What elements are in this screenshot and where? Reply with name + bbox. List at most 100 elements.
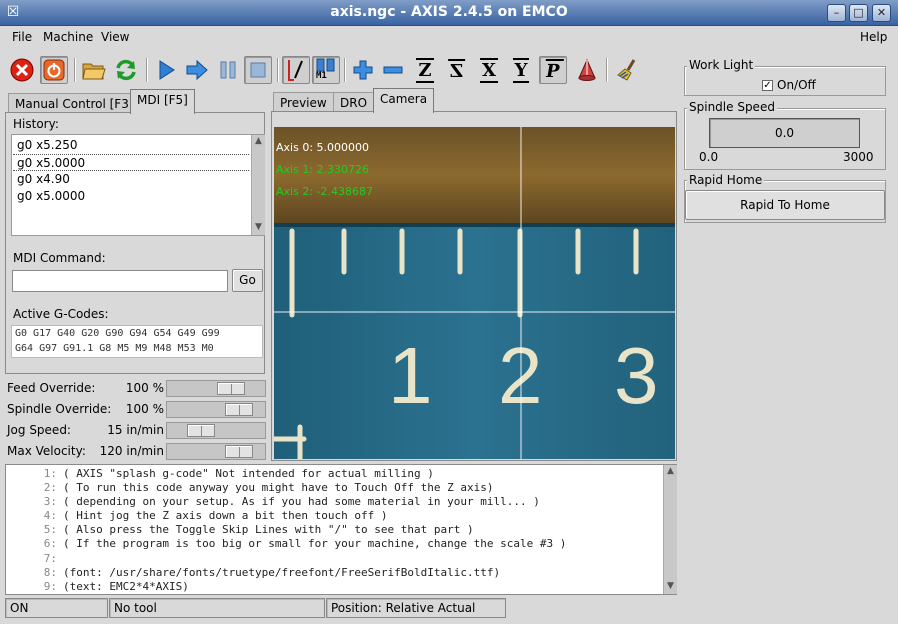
- history-item[interactable]: g0 x4.90: [13, 171, 249, 188]
- work-light-checkbox-label: On/Off: [777, 78, 816, 92]
- view-y-button[interactable]: Y: [507, 56, 535, 84]
- camera-view[interactable]: 1 2 3 Axis 0: 5.000000 Axis 1: 2.330726 …: [274, 127, 675, 459]
- stop-button[interactable]: [244, 56, 272, 84]
- line-text: ( Hint jog the Z axis down a bit then to…: [63, 509, 388, 523]
- override-slider[interactable]: [166, 422, 266, 439]
- clear-backplot-button[interactable]: [614, 56, 642, 84]
- zoom-out-button[interactable]: [379, 56, 407, 84]
- gcode-scroll-down-icon[interactable]: ▼: [664, 580, 677, 593]
- rapid-to-home-button[interactable]: Rapid To Home: [685, 190, 885, 220]
- menu-help[interactable]: Help: [860, 30, 887, 44]
- gcode-line[interactable]: 6: ( If the program is too big or small f…: [7, 537, 662, 551]
- line-number: 9:: [43, 579, 57, 593]
- view-x-button[interactable]: X: [475, 56, 503, 84]
- menu-file[interactable]: File: [12, 30, 32, 44]
- menu-machine[interactable]: Machine: [43, 30, 93, 44]
- view-perspective-button[interactable]: P: [539, 56, 567, 84]
- override-value: 15 in/min: [107, 423, 164, 437]
- maximize-button[interactable]: □: [849, 4, 868, 22]
- work-light-toggle[interactable]: ✓ On/Off: [762, 78, 816, 92]
- override-value: 120 in/min: [99, 444, 164, 458]
- reload-file-button[interactable]: [112, 56, 140, 84]
- tab-mdi[interactable]: MDI [F5]: [130, 89, 195, 114]
- view-z-icon: Z: [416, 57, 434, 83]
- gcode-line[interactable]: 9: (text: EMC2*4*AXIS): [7, 580, 662, 594]
- open-file-button[interactable]: [80, 56, 108, 84]
- stop-icon: [250, 62, 266, 78]
- mdi-panel: History: g0 x5.250 g0 x5.0000 g0 x4.90 g0 x…: [5, 112, 265, 374]
- mdi-go-button[interactable]: Go: [232, 269, 263, 292]
- active-gcodes-box: G0 G17 G40 G20 G90 G94 G54 G49 G99 G64 G…: [11, 325, 263, 358]
- zoom-in-icon: [353, 60, 373, 80]
- line-number: 4:: [43, 509, 57, 523]
- close-window-button[interactable]: ✕: [872, 4, 891, 22]
- scroll-down-icon[interactable]: ▼: [252, 221, 265, 234]
- override-label: Jog Speed:: [7, 423, 71, 437]
- slider-handle[interactable]: [187, 424, 215, 437]
- pause-button[interactable]: [214, 56, 242, 84]
- history-item[interactable]: g0 x5.0000: [13, 154, 249, 171]
- history-scrollbar[interactable]: ▲ ▼: [251, 135, 265, 235]
- gcode-line[interactable]: 2: ( To run this code anyway you might ha…: [7, 481, 662, 495]
- gcode-line[interactable]: 1: ( AXIS "splash g-code" Not intended fo…: [7, 467, 662, 481]
- line-text: ( Also press the Toggle Skip Lines with …: [63, 523, 474, 537]
- override-slider[interactable]: [166, 380, 266, 397]
- gcode-line[interactable]: 5: ( Also press the Toggle Skip Lines wit…: [7, 523, 662, 537]
- checkbox-icon[interactable]: ✓: [762, 79, 773, 91]
- broom-icon: [617, 59, 636, 81]
- gcode-scroll-up-icon[interactable]: ▲: [664, 465, 677, 478]
- line-number: 7:: [43, 551, 57, 565]
- machine-power-button[interactable]: [40, 56, 68, 84]
- camera-axis2-readout: Axis 2: -2.438687: [276, 185, 373, 198]
- gcode-scrollbar[interactable]: ▲ ▼: [663, 465, 677, 594]
- override-label: Max Velocity:: [7, 444, 86, 458]
- gcode-line[interactable]: 4: ( Hint jog the Z axis down a bit then …: [7, 509, 662, 523]
- history-list[interactable]: g0 x5.250 g0 x5.0000 g0 x4.90 g0 x5.0000 ▲ …: [11, 134, 265, 236]
- gcode-line[interactable]: 7:: [7, 552, 662, 566]
- title-bar[interactable]: ☒ axis.ngc - AXIS 2.4.5 on EMCO – □ ✕: [0, 0, 898, 26]
- reload-icon: [116, 59, 136, 81]
- override-label: Feed Override:: [7, 381, 96, 395]
- estop-icon: [10, 58, 34, 82]
- scroll-up-icon[interactable]: ▲: [252, 135, 265, 148]
- gcode-line[interactable]: 8: (font: /usr/share/fonts/truetype/freef…: [7, 566, 662, 580]
- tab-camera[interactable]: Camera: [373, 88, 435, 113]
- line-number: 2:: [43, 481, 57, 495]
- override-label: Spindle Override:: [7, 402, 112, 416]
- pause-icon: [220, 61, 236, 79]
- line-text: ( To run this code anyway you might have…: [63, 481, 494, 495]
- line-text: ( If the program is too big or small for…: [63, 537, 567, 551]
- run-program-button[interactable]: [152, 56, 180, 84]
- estop-button[interactable]: [8, 56, 36, 84]
- scale-edge: [274, 223, 675, 227]
- step-arrow-icon: [186, 59, 208, 81]
- slider-handle[interactable]: [217, 382, 245, 395]
- slider-handle[interactable]: [225, 445, 253, 458]
- history-item[interactable]: g0 x5.250: [13, 137, 249, 154]
- view-z-button[interactable]: Z: [411, 56, 439, 84]
- override-slider[interactable]: [166, 443, 266, 460]
- override-slider[interactable]: [166, 401, 266, 418]
- scale-numbers: 1 2 3: [388, 331, 659, 420]
- active-gcodes-line2: G64 G97 G91.1 G8 M5 M9 M48 M53 M0: [15, 342, 214, 354]
- line-number: 6:: [43, 537, 57, 551]
- view-z2-button[interactable]: Z: [443, 56, 471, 84]
- slider-handle[interactable]: [225, 403, 253, 416]
- zoom-in-button[interactable]: [349, 56, 377, 84]
- optional-stop-button[interactable]: M1: [312, 56, 340, 84]
- scale-number-2: 2: [498, 331, 543, 420]
- menu-bar: File Machine View Help: [0, 27, 898, 49]
- gcode-line[interactable]: 3: ( depending on your setup. As if you h…: [7, 495, 662, 509]
- toggle-rotate-button[interactable]: [573, 56, 601, 84]
- mdi-command-input[interactable]: [12, 270, 228, 292]
- step-button[interactable]: [183, 56, 211, 84]
- line-text: (text: EMC2*4*AXIS): [63, 579, 189, 593]
- block-delete-button[interactable]: [282, 56, 310, 84]
- menu-view[interactable]: View: [101, 30, 129, 44]
- spindle-speed-title: Spindle Speed: [687, 100, 777, 114]
- minimize-button[interactable]: –: [827, 4, 846, 22]
- line-number: 5:: [43, 523, 57, 537]
- history-item[interactable]: g0 x5.0000: [13, 188, 249, 205]
- gcode-text-pane[interactable]: 1: ( AXIS "splash g-code" Not intended fo…: [5, 464, 677, 595]
- folder-open-icon: [82, 63, 106, 80]
